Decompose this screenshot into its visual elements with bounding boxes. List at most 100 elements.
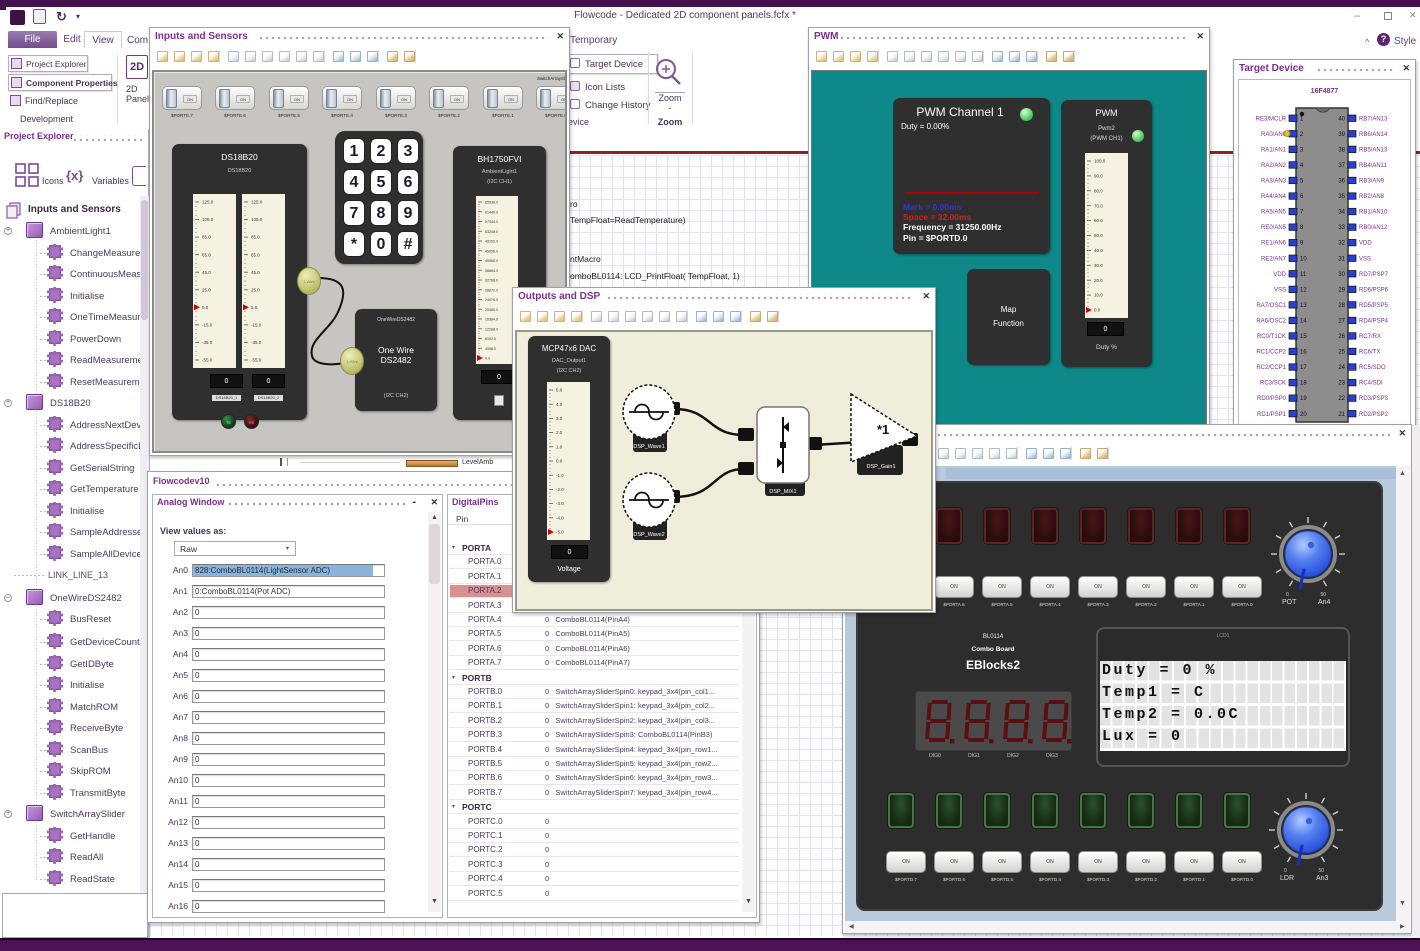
svg-text:32: 32 bbox=[1338, 241, 1345, 247]
svg-text:18: 18 bbox=[1300, 381, 1307, 387]
svg-text:0.0: 0.0 bbox=[1094, 308, 1101, 313]
svg-text:RA1/AN1: RA1/AN1 bbox=[1261, 147, 1287, 153]
svg-text:40960.0: 40960.0 bbox=[485, 259, 498, 263]
svg-text:11: 11 bbox=[1300, 272, 1307, 278]
svg-text:RB2/AN8: RB2/AN8 bbox=[1359, 194, 1385, 200]
svg-text:28672.0: 28672.0 bbox=[485, 288, 498, 292]
svg-text:RA7/OSC1: RA7/OSC1 bbox=[1256, 303, 1286, 309]
svg-text:50: 50 bbox=[1318, 868, 1324, 874]
svg-text:RB4/AN11: RB4/AN11 bbox=[1359, 163, 1388, 169]
svg-text:36864.0: 36864.0 bbox=[485, 269, 498, 273]
svg-text:RB7/AN13: RB7/AN13 bbox=[1359, 116, 1388, 122]
svg-text:RC4/SDI: RC4/SDI bbox=[1359, 381, 1383, 387]
svg-text:VDD: VDD bbox=[1273, 272, 1286, 278]
svg-text:85.0: 85.0 bbox=[251, 235, 260, 240]
svg-text:65536.0: 65536.0 bbox=[485, 201, 498, 205]
svg-text:RD4/PSP4: RD4/PSP4 bbox=[1359, 319, 1389, 325]
svg-text:RC0/T1CK: RC0/T1CK bbox=[1257, 334, 1286, 340]
svg-text:0: 0 bbox=[1286, 592, 1289, 598]
svg-text:85.0: 85.0 bbox=[202, 235, 211, 240]
svg-text:RB1/AN10: RB1/AN10 bbox=[1359, 210, 1388, 216]
svg-text:10: 10 bbox=[1300, 256, 1307, 262]
svg-text:-35.0: -35.0 bbox=[251, 340, 262, 345]
svg-text:RD3/PSP3: RD3/PSP3 bbox=[1359, 396, 1389, 402]
svg-text:60.0: 60.0 bbox=[1094, 218, 1103, 223]
svg-text:RA2/AN2: RA2/AN2 bbox=[1261, 163, 1287, 169]
svg-text:30: 30 bbox=[1338, 272, 1345, 278]
svg-text:40.0: 40.0 bbox=[1094, 248, 1103, 253]
svg-text:25.0: 25.0 bbox=[202, 287, 211, 292]
svg-text:100.0: 100.0 bbox=[1094, 159, 1106, 164]
svg-text:105.0: 105.0 bbox=[251, 217, 263, 222]
svg-text:45.0: 45.0 bbox=[251, 270, 260, 275]
svg-text:4096.0: 4096.0 bbox=[485, 347, 496, 351]
svg-text:DSP_MIX1: DSP_MIX1 bbox=[769, 489, 796, 495]
svg-text:10.0: 10.0 bbox=[1094, 293, 1103, 298]
svg-text:15: 15 bbox=[1300, 334, 1307, 340]
svg-text:33: 33 bbox=[1338, 225, 1345, 231]
svg-text:24576.0: 24576.0 bbox=[485, 298, 498, 302]
svg-text:RE2/AN7: RE2/AN7 bbox=[1261, 256, 1287, 262]
svg-text:5.0: 5.0 bbox=[202, 305, 209, 310]
svg-text:23: 23 bbox=[1338, 381, 1345, 387]
svg-text:25.0: 25.0 bbox=[251, 287, 260, 292]
svg-text:RA6/OSC2: RA6/OSC2 bbox=[1256, 319, 1286, 325]
svg-text:16: 16 bbox=[1300, 350, 1307, 356]
svg-text:DSP_Gain1: DSP_Gain1 bbox=[866, 464, 895, 470]
svg-text:105.0: 105.0 bbox=[202, 217, 214, 222]
svg-text:RE1/AN6: RE1/AN6 bbox=[1261, 241, 1287, 247]
svg-text:VSS: VSS bbox=[1274, 287, 1286, 293]
svg-text:*1: *1 bbox=[877, 422, 889, 437]
svg-text:26: 26 bbox=[1338, 334, 1345, 340]
svg-text:RE0/AN5: RE0/AN5 bbox=[1261, 225, 1287, 231]
svg-text:32768.0: 32768.0 bbox=[485, 279, 498, 283]
svg-text:80.0: 80.0 bbox=[1094, 188, 1103, 193]
svg-text:RB6/AN14: RB6/AN14 bbox=[1359, 132, 1388, 138]
svg-text:An3: An3 bbox=[1316, 875, 1329, 882]
svg-text:61440.0: 61440.0 bbox=[485, 210, 498, 214]
svg-text:34: 34 bbox=[1338, 210, 1345, 216]
svg-text:125.0: 125.0 bbox=[202, 200, 214, 205]
svg-text:RE3/MCLR: RE3/MCLR bbox=[1256, 116, 1287, 122]
svg-text:RA0/AN0: RA0/AN0 bbox=[1261, 132, 1287, 138]
svg-text:RB3/AN9: RB3/AN9 bbox=[1359, 179, 1385, 185]
svg-text:RC3/SCK: RC3/SCK bbox=[1260, 381, 1286, 387]
svg-text:36: 36 bbox=[1338, 179, 1345, 185]
svg-text:20.0: 20.0 bbox=[1094, 278, 1103, 283]
svg-text:RC5/SDO: RC5/SDO bbox=[1359, 365, 1386, 371]
svg-text:RB0/AN12: RB0/AN12 bbox=[1359, 225, 1388, 231]
svg-text:65.0: 65.0 bbox=[251, 252, 260, 257]
svg-text:39: 39 bbox=[1338, 132, 1345, 138]
svg-text:RD0/PSP0: RD0/PSP0 bbox=[1257, 396, 1287, 402]
svg-text:POT: POT bbox=[1282, 599, 1297, 606]
svg-text:VDD: VDD bbox=[1359, 241, 1372, 247]
svg-text:57344.0: 57344.0 bbox=[485, 220, 498, 224]
svg-text:90.0: 90.0 bbox=[1094, 174, 1103, 179]
svg-text:16384.0: 16384.0 bbox=[485, 318, 498, 322]
svg-text:5.0: 5.0 bbox=[251, 305, 258, 310]
svg-text:-35.0: -35.0 bbox=[202, 340, 213, 345]
svg-text:RD6/PSP6: RD6/PSP6 bbox=[1359, 287, 1389, 293]
svg-text:38: 38 bbox=[1338, 147, 1345, 153]
svg-text:RA3/AN3: RA3/AN3 bbox=[1261, 179, 1287, 185]
svg-text:27: 27 bbox=[1338, 319, 1345, 325]
svg-text:25: 25 bbox=[1338, 350, 1345, 356]
svg-text:8192.0: 8192.0 bbox=[485, 337, 496, 341]
svg-text:35: 35 bbox=[1338, 194, 1345, 200]
svg-text:LDR: LDR bbox=[1280, 875, 1294, 882]
svg-text:28: 28 bbox=[1338, 303, 1345, 309]
svg-text:17: 17 bbox=[1300, 365, 1307, 371]
svg-text:RC1/CCP2: RC1/CCP2 bbox=[1256, 350, 1286, 356]
svg-text:RA4/AN4: RA4/AN4 bbox=[1261, 194, 1287, 200]
svg-text:RB5/AN13: RB5/AN13 bbox=[1359, 147, 1388, 153]
svg-text:22: 22 bbox=[1338, 396, 1345, 402]
svg-text:20480.0: 20480.0 bbox=[485, 308, 498, 312]
svg-text:0.0: 0.0 bbox=[485, 357, 490, 361]
svg-text:12: 12 bbox=[1300, 287, 1307, 293]
svg-text:40: 40 bbox=[1338, 116, 1345, 122]
svg-text:45.0: 45.0 bbox=[202, 270, 211, 275]
svg-text:RC6/TX: RC6/TX bbox=[1359, 350, 1380, 356]
svg-text:70.0: 70.0 bbox=[1094, 203, 1103, 208]
svg-text:49152.0: 49152.0 bbox=[485, 240, 498, 244]
svg-text:50.0: 50.0 bbox=[1094, 233, 1103, 238]
